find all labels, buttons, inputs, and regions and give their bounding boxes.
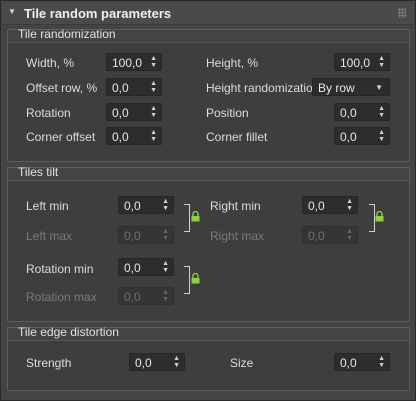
rotation-min-label: Rotation min — [26, 262, 94, 276]
rollout-title: Tile random parameters — [24, 6, 172, 21]
lock-icon[interactable] — [191, 273, 200, 284]
spinner-arrows-icon[interactable]: ▲ ▼ — [346, 198, 353, 212]
left-max-label: Left max — [26, 229, 73, 243]
rotation-max-label: Rotation max — [26, 290, 97, 304]
chevron-down-icon[interactable]: ▼ — [375, 83, 383, 92]
lock-icon[interactable] — [375, 211, 384, 222]
rotation-spinner[interactable]: 0,0 ▲ ▼ — [106, 103, 162, 121]
spinner-arrows-icon[interactable]: ▲ ▼ — [162, 289, 169, 303]
left-min-label: Left min — [26, 199, 69, 213]
height-randomization-dropdown[interactable]: By row ▼ — [312, 78, 390, 96]
spinner-arrows-icon[interactable]: ▲ ▼ — [150, 129, 157, 143]
width-label: Width, % — [26, 56, 75, 70]
position-label: Position — [206, 106, 249, 120]
left-min-spinner[interactable]: 0,0 ▲ ▼ — [118, 196, 174, 214]
spinner-arrows-icon[interactable]: ▲ ▼ — [173, 355, 180, 369]
link-bracket — [184, 204, 190, 232]
size-label: Size — [230, 356, 254, 370]
corner-offset-spinner[interactable]: 0,0 ▲ ▼ — [106, 127, 162, 145]
right-max-spinner[interactable]: 0,0 ▲ ▼ — [302, 226, 358, 244]
spinner-arrows-icon[interactable]: ▲ ▼ — [378, 105, 385, 119]
collapse-arrow-icon[interactable]: ▼ — [8, 7, 16, 16]
group-tiles-tilt: Tiles tilt Left min 0,0 ▲ ▼ Left max 0,0 … — [7, 165, 410, 322]
link-bracket — [184, 266, 190, 294]
strength-label: Strength — [26, 356, 72, 370]
spinner-arrows-icon[interactable]: ▲ ▼ — [378, 129, 385, 143]
rollout-header[interactable]: ▼ Tile random parameters — [2, 2, 414, 25]
right-min-label: Right min — [210, 199, 261, 213]
group-tile-randomization: Tile randomization Width, % 100,0 ▲ ▼ Hei… — [7, 27, 410, 162]
offset-row-label: Offset row, % — [26, 81, 98, 95]
spinner-arrows-icon[interactable]: ▲ ▼ — [162, 260, 169, 274]
right-min-spinner[interactable]: 0,0 ▲ ▼ — [302, 196, 358, 214]
strength-spinner[interactable]: 0,0 ▲ ▼ — [129, 353, 185, 371]
group-tile-edge-distortion: Tile edge distortion Strength 0,0 ▲ ▼ Siz… — [7, 325, 410, 391]
height-label: Height, % — [206, 56, 259, 70]
rotation-label: Rotation — [26, 106, 71, 120]
group-title: Tile randomization — [18, 27, 116, 41]
right-max-label: Right max — [210, 229, 265, 243]
drag-grip-icon[interactable] — [398, 8, 406, 18]
spinner-arrows-icon[interactable]: ▲ ▼ — [162, 198, 169, 212]
offset-row-spinner[interactable]: 0,0 ▲ ▼ — [106, 78, 162, 96]
spinner-arrows-icon[interactable]: ▲ ▼ — [150, 105, 157, 119]
group-title: Tile edge distortion — [18, 325, 119, 339]
position-spinner[interactable]: 0,0 ▲ ▼ — [334, 103, 390, 121]
spinner-arrows-icon[interactable]: ▲ ▼ — [378, 355, 385, 369]
spinner-arrows-icon[interactable]: ▲ ▼ — [150, 80, 157, 94]
width-spinner[interactable]: 100,0 ▲ ▼ — [106, 53, 162, 71]
spinner-arrows-icon[interactable]: ▲ ▼ — [162, 228, 169, 242]
rotation-max-spinner[interactable]: 0,0 ▲ ▼ — [118, 287, 174, 305]
lock-icon[interactable] — [191, 211, 200, 222]
height-spinner[interactable]: 100,0 ▲ ▼ — [334, 53, 390, 71]
group-title: Tiles tilt — [18, 165, 59, 179]
corner-fillet-spinner[interactable]: 0,0 ▲ ▼ — [334, 127, 390, 145]
rotation-min-spinner[interactable]: 0,0 ▲ ▼ — [118, 258, 174, 276]
corner-fillet-label: Corner fillet — [206, 130, 268, 144]
corner-offset-label: Corner offset — [26, 130, 96, 144]
left-max-spinner[interactable]: 0,0 ▲ ▼ — [118, 226, 174, 244]
spinner-arrows-icon[interactable]: ▲ ▼ — [346, 228, 353, 242]
height-randomization-label: Height randomization — [206, 81, 320, 95]
tile-random-parameters-rollout: ▼ Tile random parameters Tile randomizat… — [0, 0, 416, 401]
size-spinner[interactable]: 0,0 ▲ ▼ — [334, 353, 390, 371]
spinner-arrows-icon[interactable]: ▲ ▼ — [150, 55, 157, 69]
spinner-arrows-icon[interactable]: ▲ ▼ — [378, 55, 385, 69]
